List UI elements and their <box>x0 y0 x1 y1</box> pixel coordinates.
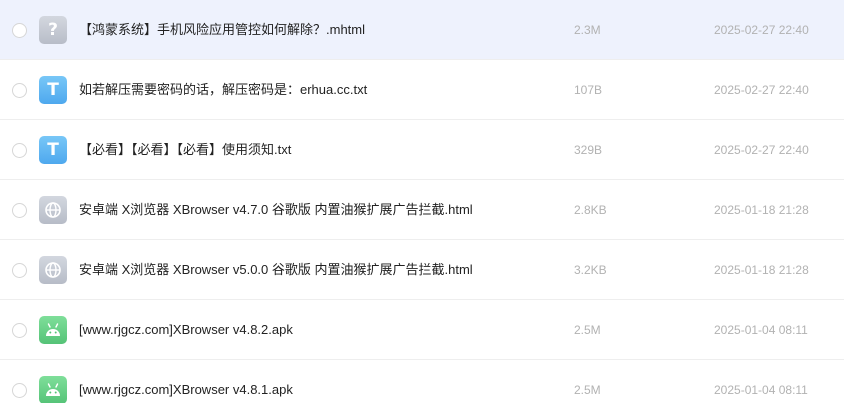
row-checkbox[interactable] <box>12 263 27 278</box>
row-checkbox[interactable] <box>12 323 27 338</box>
file-size: 2.8KB <box>574 203 607 217</box>
file-row[interactable]: [www.rjgcz.com]XBrowser v4.8.1.apk 2.5M … <box>0 360 844 403</box>
file-date: 2025-01-04 08:11 <box>714 323 808 337</box>
row-checkbox[interactable] <box>12 143 27 158</box>
file-row[interactable]: T 如若解压需要密码的话，解压密码是：erhua.cc.txt 107B 202… <box>0 60 844 120</box>
file-name[interactable]: 【鸿蒙系统】手机风险应用管控如何解除？.mhtml <box>79 0 365 60</box>
android-icon <box>39 316 67 344</box>
file-size: 329B <box>574 143 603 157</box>
row-checkbox[interactable] <box>12 23 27 38</box>
globe-icon <box>39 196 67 224</box>
file-row[interactable]: 安卓端 X浏览器 XBrowser v5.0.0 谷歌版 内置油猴扩展广告拦截.… <box>0 240 844 300</box>
question-icon: ? <box>39 16 67 44</box>
file-size: 3.2KB <box>574 263 607 277</box>
file-size: 107B <box>574 83 603 97</box>
row-checkbox[interactable] <box>12 203 27 218</box>
file-size: 2.3M <box>574 23 601 37</box>
row-checkbox[interactable] <box>12 83 27 98</box>
file-date: 2025-01-04 08:11 <box>714 383 808 397</box>
file-row[interactable]: T 【必看】【必看】【必看】使用须知.txt 329B 2025-02-27 2… <box>0 120 844 180</box>
file-date: 2025-01-18 21:28 <box>714 263 809 277</box>
file-list: ? 【鸿蒙系统】手机风险应用管控如何解除？.mhtml 2.3M 2025-02… <box>0 0 844 403</box>
file-date: 2025-02-27 22:40 <box>714 143 809 157</box>
file-name[interactable]: 如若解压需要密码的话，解压密码是：erhua.cc.txt <box>79 60 367 120</box>
file-date: 2025-02-27 22:40 <box>714 83 809 97</box>
file-name[interactable]: 安卓端 X浏览器 XBrowser v4.7.0 谷歌版 内置油猴扩展广告拦截.… <box>79 180 473 240</box>
file-row[interactable]: ? 【鸿蒙系统】手机风险应用管控如何解除？.mhtml 2.3M 2025-02… <box>0 0 844 60</box>
file-name[interactable]: [www.rjgcz.com]XBrowser v4.8.2.apk <box>79 300 293 360</box>
android-icon <box>39 376 67 403</box>
file-name[interactable]: 安卓端 X浏览器 XBrowser v5.0.0 谷歌版 内置油猴扩展广告拦截.… <box>79 240 473 300</box>
row-checkbox[interactable] <box>12 383 27 398</box>
file-date: 2025-01-18 21:28 <box>714 203 809 217</box>
text-file-icon: T <box>39 136 67 164</box>
text-file-icon: T <box>39 76 67 104</box>
file-name[interactable]: [www.rjgcz.com]XBrowser v4.8.1.apk <box>79 360 293 403</box>
file-size: 2.5M <box>574 323 601 337</box>
file-row[interactable]: 安卓端 X浏览器 XBrowser v4.7.0 谷歌版 内置油猴扩展广告拦截.… <box>0 180 844 240</box>
globe-icon <box>39 256 67 284</box>
file-size: 2.5M <box>574 383 601 397</box>
file-row[interactable]: [www.rjgcz.com]XBrowser v4.8.2.apk 2.5M … <box>0 300 844 360</box>
file-name[interactable]: 【必看】【必看】【必看】使用须知.txt <box>79 120 291 180</box>
file-date: 2025-02-27 22:40 <box>714 23 809 37</box>
